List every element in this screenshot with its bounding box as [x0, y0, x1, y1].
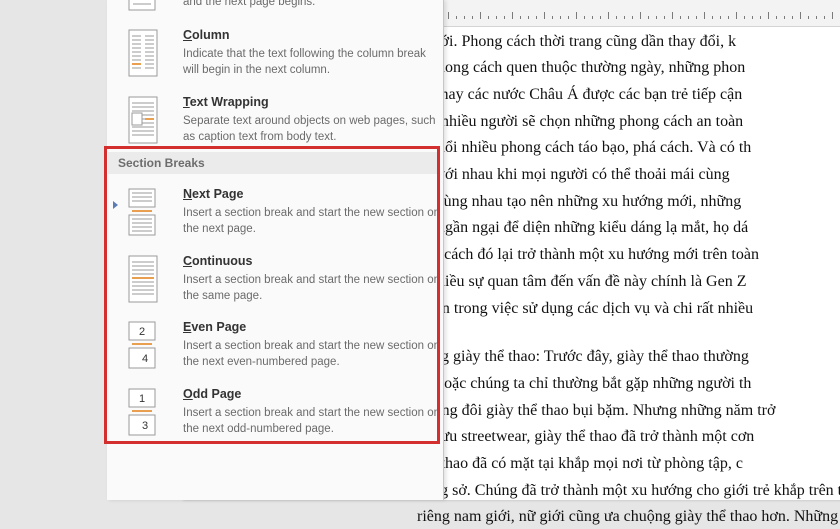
ruler-tick: [496, 16, 497, 19]
ruler-tick: [632, 16, 633, 19]
ruler-tick: [528, 16, 529, 19]
ruler-tick: [624, 16, 625, 19]
ruler-tick: [600, 16, 601, 19]
ruler-tick: [776, 16, 777, 19]
ruler-tick: [640, 12, 641, 19]
menu-item-title: Column: [183, 28, 230, 42]
ruler-tick: [760, 16, 761, 19]
ruler-tick: [744, 16, 745, 19]
ruler-tick: [536, 16, 537, 19]
document-line: dụng giày thể thao: Trước đây, giày thể …: [417, 348, 749, 365]
ruler-tick: [816, 16, 817, 19]
ruler-tick: [696, 16, 697, 19]
ruler-tick: [712, 16, 713, 19]
ruler-tick: [592, 16, 593, 19]
document-line: nh, nhiều người sẽ chọn những phong cách…: [417, 113, 744, 130]
horizontal-ruler[interactable]: [440, 0, 840, 27]
menu-item-description: Separate text around objects on web page…: [183, 115, 436, 143]
svg-text:2: 2: [139, 326, 145, 338]
ruler-tick: [656, 16, 657, 19]
menu-item-description: Insert a section break and start the new…: [183, 207, 440, 235]
document-line: ế giới. Phong cách thời trang cũng dần t…: [417, 33, 737, 50]
ruler-tick: [792, 16, 793, 19]
navigation-strip: [0, 0, 107, 500]
ruler-tick: [568, 16, 569, 19]
menu-item-description: Insert a section break and start the new…: [183, 274, 440, 302]
menu-item-description: Insert a section break and start the new…: [183, 407, 440, 435]
ruler-tick: [752, 16, 753, 19]
svg-text:4: 4: [142, 353, 148, 365]
ruler-tick: [560, 16, 561, 19]
document-line: thể thao đã có mặt tại khắp mọi nơi từ p…: [417, 455, 743, 472]
ruler-tick: [728, 16, 729, 19]
document-line: riêng nam giới, nữ giới cũng ưa chuộng g…: [417, 508, 840, 525]
ruler-tick: [704, 12, 705, 19]
ruler-tick: [584, 16, 585, 19]
document-line: công sở. Chúng đã trở thành một xu hướng…: [417, 482, 840, 499]
ruler-tick: [832, 12, 833, 19]
document-line: ao lưu streetwear, giày thể thao đã trở …: [417, 428, 755, 445]
ruler-tick: [488, 16, 489, 19]
ruler-tick: [544, 12, 545, 19]
column-break-icon: [123, 28, 161, 78]
next-page-break-icon: [123, 187, 161, 237]
text-wrapping-icon: [123, 95, 161, 145]
document-line: ng ngần ngại để diện những kiểu dáng lạ …: [417, 219, 749, 236]
even-page-break-icon: 24: [123, 320, 161, 370]
menu-item-title: Text Wrapping: [183, 95, 269, 109]
ruler-tick: [688, 16, 689, 19]
ruler-tick: [464, 16, 465, 19]
menu-item-title: Odd Page: [183, 387, 242, 401]
document-line: o đuổi nhiều phong cách táo bạo, phá các…: [417, 139, 752, 156]
section-breaks-header: Section Breaks: [108, 152, 440, 174]
ruler-tick: [736, 12, 737, 19]
ruler-tick: [608, 12, 609, 19]
svg-text:1: 1: [139, 393, 145, 405]
odd-page-break-icon: 13: [123, 387, 161, 437]
document-line: ao hoặc chúng ta chỉ thường bắt gặp nhữn…: [417, 375, 752, 392]
ruler-tick: [768, 12, 769, 19]
menu-item-title: Continuous: [183, 254, 253, 268]
ruler-tick: [616, 16, 617, 19]
ruler-tick: [648, 16, 649, 19]
menu-item-title: Next Page: [183, 187, 244, 201]
ruler-tick: [824, 16, 825, 19]
ruler-tick: [472, 16, 473, 19]
ruler-tick: [808, 16, 809, 19]
menu-item-description: Insert a section break and start the new…: [183, 340, 440, 368]
document-line: n nhiều sự quan tâm đến vấn đề này chính…: [417, 273, 747, 290]
menu-item-description: Indicate that the text following the col…: [183, 48, 426, 76]
ruler-tick: [784, 16, 785, 19]
document-line: Âu hay các nước Châu Á được các bạn trẻ …: [417, 86, 743, 103]
svg-text:3: 3: [142, 420, 148, 432]
ruler-tick: [456, 16, 457, 19]
ruler-tick: [504, 16, 505, 19]
ruler-tick: [664, 16, 665, 19]
ruler-tick: [800, 12, 801, 19]
ruler-tick: [552, 16, 553, 19]
document-line: g phong cách quen thuộc thường ngày, nhữ…: [417, 59, 746, 76]
ruler-tick: [680, 16, 681, 19]
ruler-tick: [672, 12, 673, 19]
document-line: phá cách đó lại trở thành một xu hướng m…: [417, 246, 759, 263]
selection-arrow-icon: [113, 201, 118, 209]
document-line: n lớn trong việc sử dụng các dịch vụ và …: [417, 300, 754, 317]
page-break-icon: [128, 0, 156, 11]
ruler-tick: [520, 16, 521, 19]
menu-item-title: Even Page: [183, 320, 247, 334]
ruler-tick: [480, 12, 481, 19]
continuous-break-icon: [123, 254, 161, 304]
ruler-tick: [720, 16, 721, 19]
ruler-tick: [448, 12, 449, 19]
document-line: lạ, cùng nhau tạo nên những xu hướng mới…: [417, 193, 742, 210]
menu-top-fragment: and the next page begins.: [183, 0, 316, 8]
document-line: lại với nhau khi mọi người có thể thoải …: [417, 166, 730, 183]
ruler-tick: [512, 12, 513, 19]
document-line: những đôi giày thể thao bụi bặm. Nhưng n…: [417, 402, 776, 419]
ruler-tick: [576, 12, 577, 19]
